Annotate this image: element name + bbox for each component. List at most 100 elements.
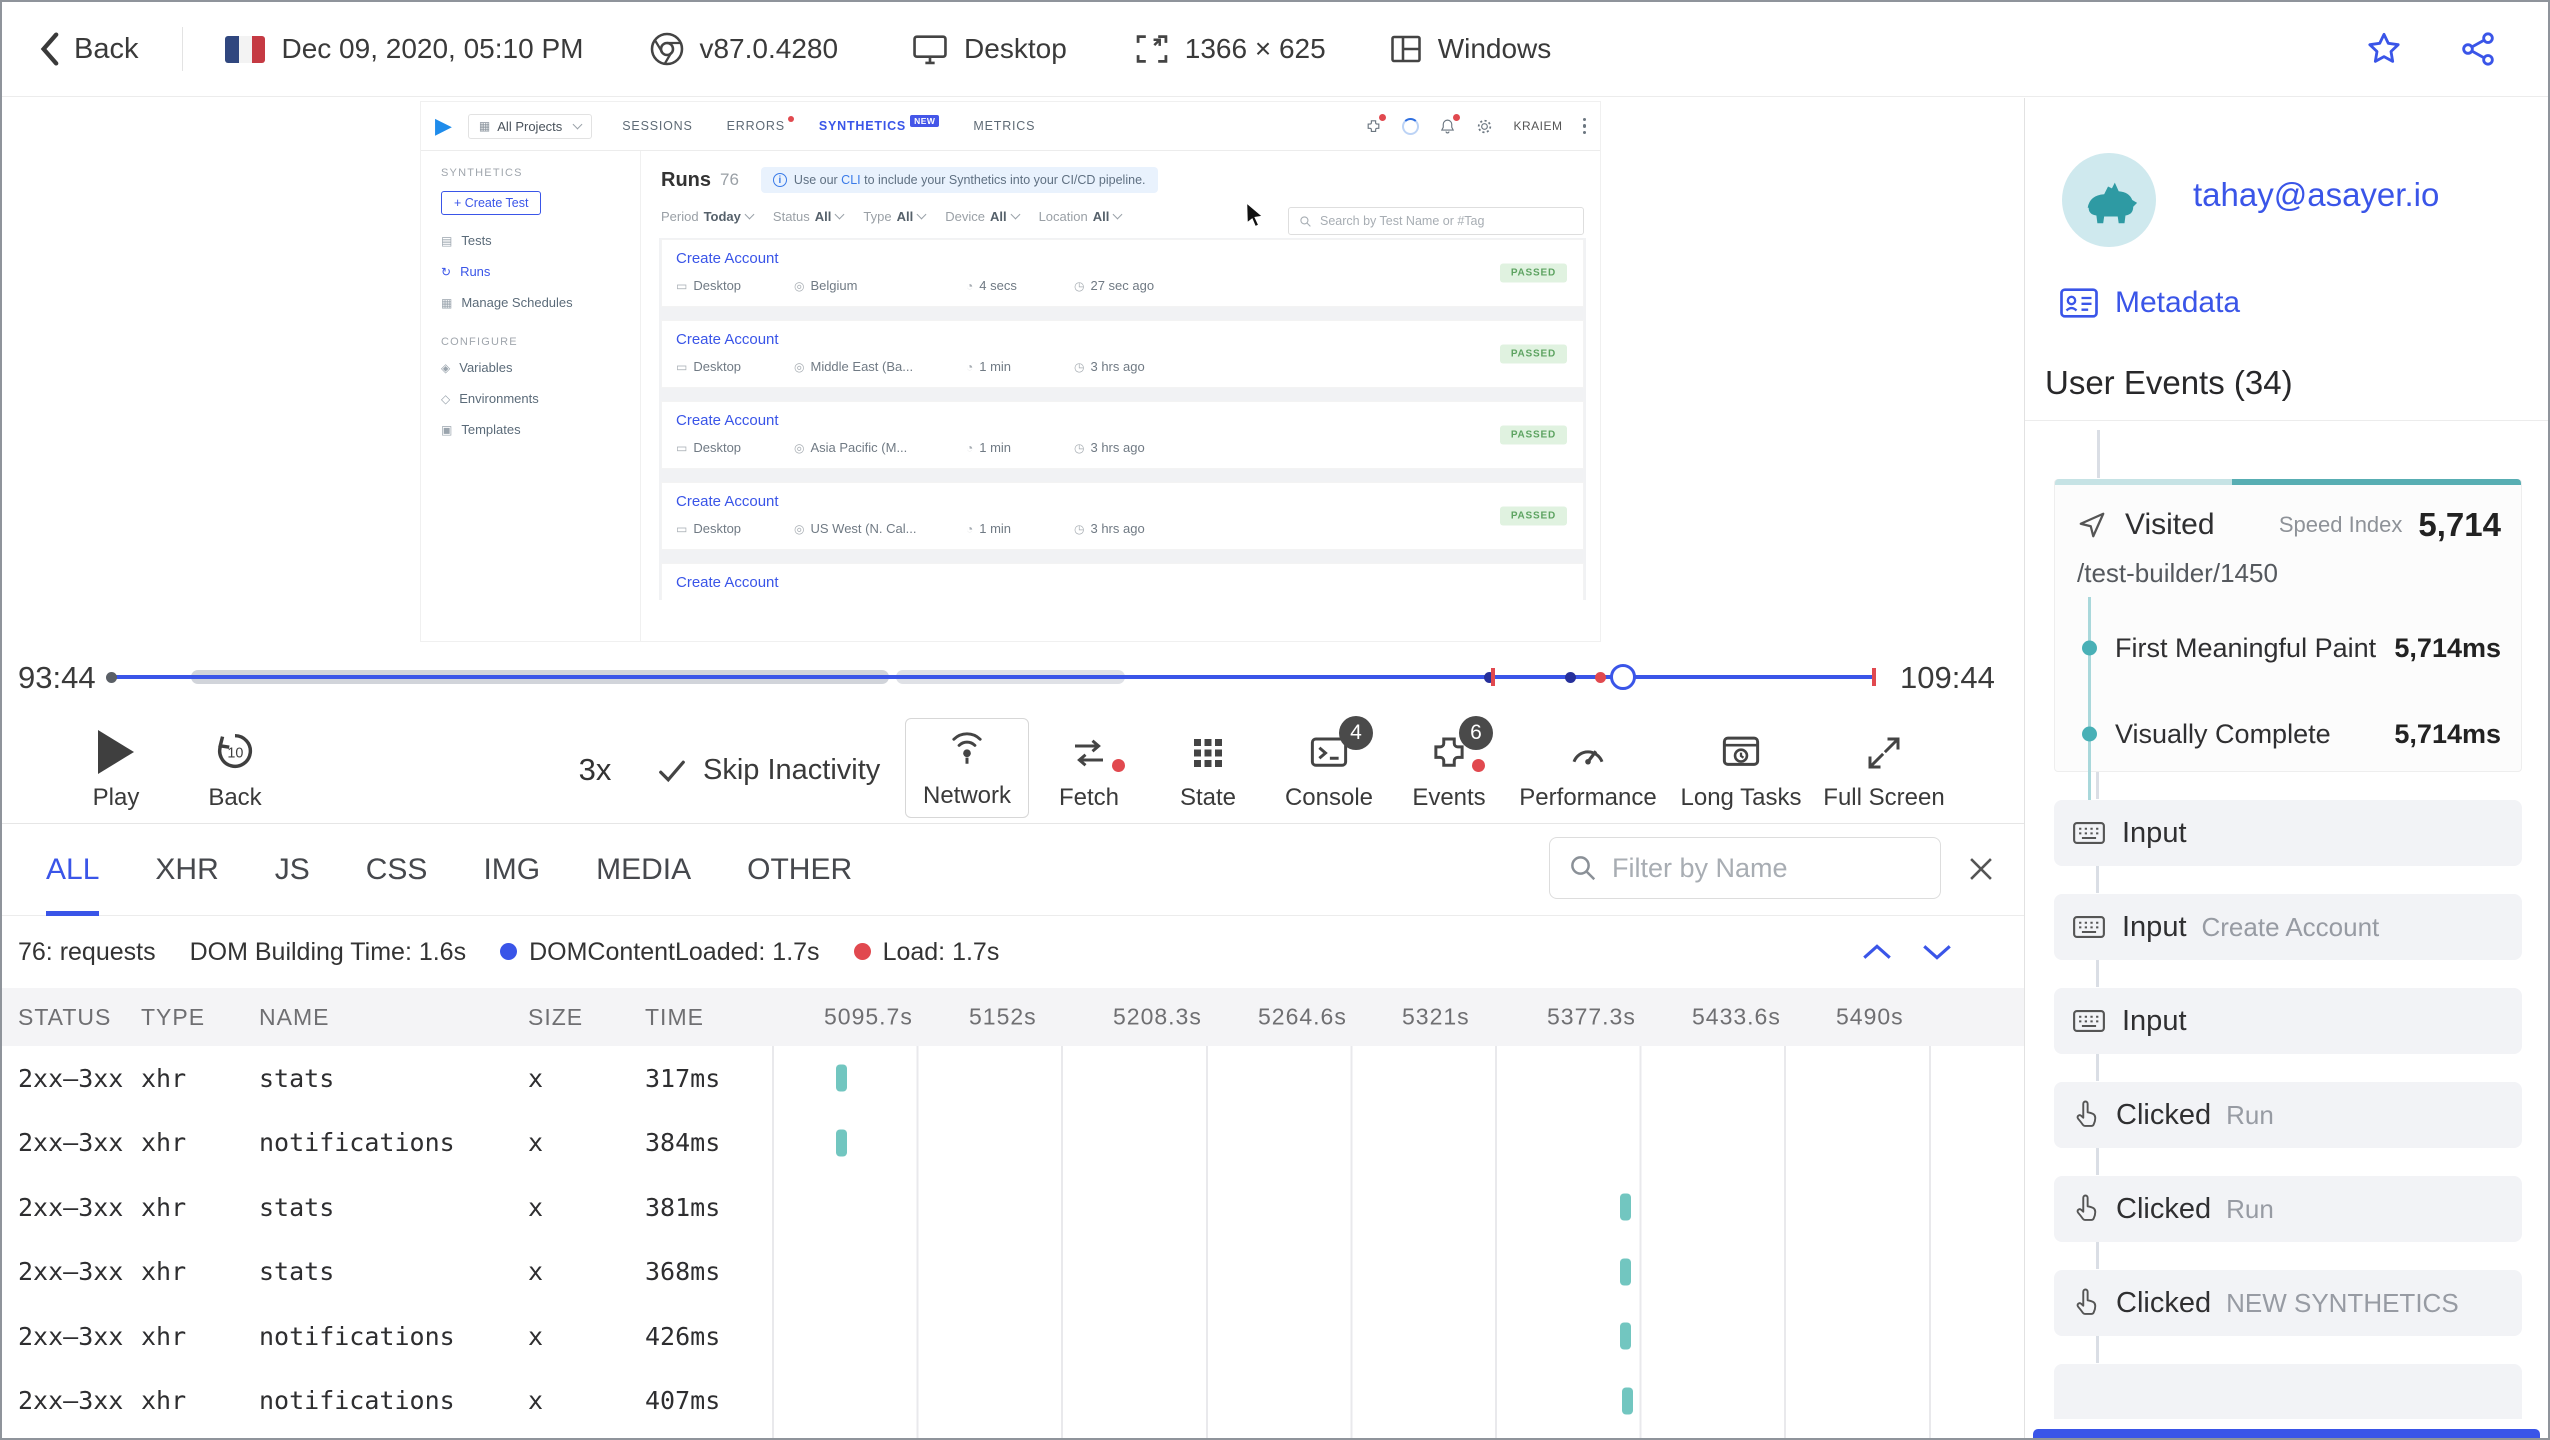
chevron-down-icon	[1010, 209, 1021, 220]
player-controls: Play 10 Back 3x Skip Inactivity Network …	[2, 712, 2024, 824]
time-col: 5490s	[1836, 1003, 1904, 1030]
replay-tab-synthetics: SYNTHETICS NEW	[819, 115, 940, 133]
replay-tab-sessions: SESSIONS	[622, 119, 693, 133]
replay-canvas[interactable]: ▶ ▦ All Projects SESSIONS ERRORS SYNTHET…	[2, 98, 2024, 642]
events-list: Visited Speed Index 5,714 /test-builder/…	[2025, 421, 2548, 1438]
network-requests-table: STATUS TYPE NAME SIZE TIME 5095.7s 5152s…	[2, 988, 2024, 1438]
event-input-card[interactable]: Input	[2054, 772, 2522, 866]
event-input-card[interactable]: Input Create Account	[2054, 866, 2522, 960]
play-label: Play	[92, 784, 140, 811]
tab-xhr[interactable]: XHR	[155, 824, 218, 916]
item-label: Tests	[461, 233, 492, 248]
sidebar-item-variables: ◈ Variables	[441, 360, 640, 375]
device-type: Desktop	[964, 33, 1067, 64]
console-panel-button[interactable]: 4 Console	[1279, 716, 1379, 812]
visited-label: Visited	[2125, 508, 2215, 541]
duration-icon: ◔	[966, 359, 974, 374]
resolution-info: 1366 × 625	[1133, 32, 1326, 66]
current-time: 93:44	[18, 660, 96, 695]
back-button[interactable]: Back	[38, 31, 138, 67]
screen-resolution-icon	[1136, 35, 1168, 63]
session-datetime: Dec 09, 2020, 05:10 PM	[281, 33, 583, 65]
tab-img[interactable]: IMG	[483, 824, 540, 916]
network-panel-button[interactable]: Network	[905, 718, 1029, 818]
gear-icon	[1476, 118, 1493, 135]
full-screen-button[interactable]: Full Screen	[1809, 726, 1959, 812]
search-placeholder: Search by Test Name or #Tag	[1320, 214, 1485, 228]
rewind-10-icon: 10	[217, 733, 253, 769]
tab-media[interactable]: MEDIA	[596, 824, 691, 916]
browser-version: v87.0.4280	[699, 33, 839, 64]
play-button[interactable]: Play	[76, 726, 156, 812]
long-tasks-icon	[1722, 736, 1760, 766]
cli-banner: i Use our CLI to include your Synthetics…	[760, 167, 1158, 193]
visited-path: /test-builder/1450	[2077, 558, 2278, 588]
run-name: Create Account	[676, 331, 779, 348]
replay-app-logo-icon: ▶	[435, 113, 452, 138]
time-col: 5152s	[969, 1003, 1037, 1030]
event-input-card[interactable]: Input	[2054, 960, 2522, 1054]
clock-icon: ◷	[1074, 521, 1085, 536]
sidebar-item-runs: ↻ Runs	[441, 264, 640, 279]
col-status: STATUS	[18, 1003, 112, 1030]
speed-toggle[interactable]: 3x	[560, 752, 630, 788]
event-visited-card[interactable]: Visited Speed Index 5,714 /test-builder/…	[2054, 430, 2522, 805]
close-panel-button[interactable]	[1964, 852, 1998, 891]
keyboard-icon	[2073, 822, 2105, 844]
jump-next-button[interactable]	[1920, 941, 1954, 963]
timeline-marker	[1872, 668, 1877, 686]
fetch-panel-button[interactable]: Fetch	[1039, 726, 1139, 812]
long-tasks-panel-button[interactable]: Long Tasks	[1666, 726, 1816, 812]
event-clicked-card[interactable]: Clicked Run	[2054, 1054, 2522, 1148]
skip-inactivity-toggle[interactable]: Skip Inactivity	[657, 754, 880, 787]
share-button[interactable]	[2458, 29, 2498, 69]
domcontentloaded-stat: DOMContentLoaded: 1.7s	[500, 938, 820, 967]
metadata-button[interactable]: Metadata	[2059, 286, 2240, 320]
event-clicked-card[interactable]: Clicked Run	[2054, 1148, 2522, 1242]
events-panel-button[interactable]: 6 Events	[1399, 716, 1499, 812]
tab-other[interactable]: OTHER	[747, 824, 852, 916]
id-card-icon	[2060, 288, 2098, 318]
location-pin-icon: ◎	[794, 440, 805, 455]
chevron-down-icon	[834, 209, 845, 220]
tab-js[interactable]: JS	[275, 824, 310, 916]
tab-all[interactable]: ALL	[46, 824, 100, 916]
item-label: Environments	[459, 391, 539, 406]
request-timing-bar	[1619, 1322, 1631, 1350]
request-row[interactable]: 2xx–3xx xhr notifications x 407ms	[2, 1369, 2024, 1434]
replay-project-selector: ▦ All Projects	[467, 113, 593, 139]
state-panel-button[interactable]: State	[1158, 726, 1258, 812]
events-alert-dot	[1472, 759, 1485, 772]
sidebar-item-environments: ◇ Environments	[441, 391, 640, 406]
run-list-item: Create Account ▭ Desktop ◎ Asia Pacific (M…	[661, 401, 1584, 469]
tab-css[interactable]: CSS	[366, 824, 428, 916]
jump-prev-button[interactable]	[1860, 941, 1894, 963]
network-label: Network	[922, 782, 1012, 809]
fetch-label: Fetch	[1058, 784, 1120, 811]
request-row[interactable]: 2xx–3xx xhr stats x 317ms	[2, 1046, 2024, 1111]
blue-dot-icon	[500, 942, 518, 960]
table-header: STATUS TYPE NAME SIZE TIME 5095.7s 5152s…	[2, 988, 2024, 1046]
sidebar-section-configure: CONFIGURE	[441, 336, 518, 348]
filter-by-name-input[interactable]	[1612, 852, 1902, 884]
timeline-knob[interactable]	[1610, 664, 1637, 690]
chevron-down-icon	[744, 209, 755, 220]
user-email[interactable]: tahay@asayer.io	[2193, 176, 2439, 214]
monitor-icon: ▭	[676, 278, 688, 293]
runs-list: Create Account ▭ Desktop ◎ Belgium ◔ 4 secs…	[659, 238, 1586, 600]
info-icon: i	[772, 173, 787, 187]
event-clicked-card[interactable]: Clicked NEW SYNTHETICS	[2054, 1242, 2522, 1336]
timeline-track[interactable]	[106, 642, 1877, 712]
performance-panel-button[interactable]: Performance	[1513, 726, 1663, 812]
request-row[interactable]: 2xx–3xx xhr stats x 381ms	[2, 1175, 2024, 1240]
cli-link: CLI	[841, 173, 861, 187]
device-info: Desktop	[910, 32, 1067, 66]
back-10s-button[interactable]: 10 Back	[195, 726, 275, 812]
console-label: Console	[1284, 784, 1374, 811]
request-row[interactable]: 2xx–3xx xhr notifications x 384ms	[2, 1111, 2024, 1176]
request-row[interactable]: 2xx–3xx xhr stats x 368ms	[2, 1240, 2024, 1305]
favorite-star-button[interactable]	[2364, 29, 2404, 69]
request-row[interactable]: 2xx–3xx xhr notifications x 426ms	[2, 1304, 2024, 1369]
replay-tab-metrics: METRICS	[973, 119, 1036, 133]
events-badge: 6	[1459, 716, 1493, 750]
